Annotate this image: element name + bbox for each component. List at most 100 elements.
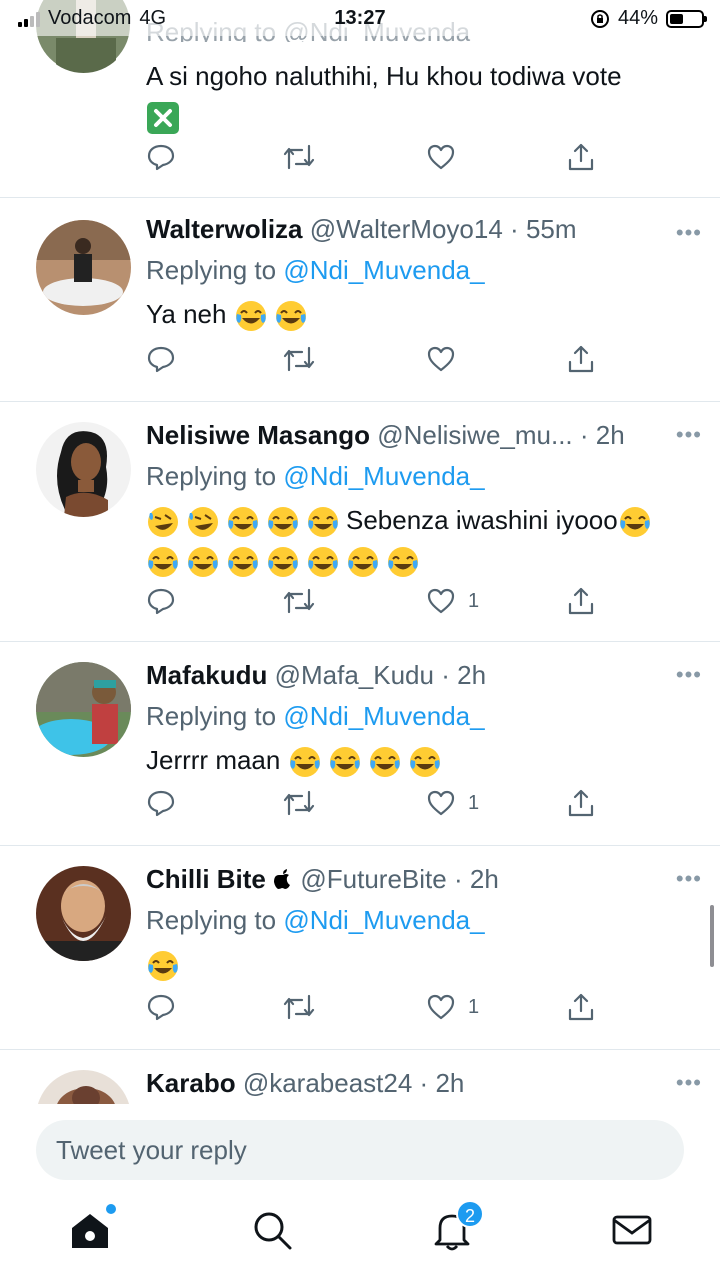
more-options-icon[interactable]: •••	[676, 220, 702, 246]
share-icon	[568, 587, 594, 615]
replying-to: Replying to @Ndi_Muvenda_	[146, 701, 485, 731]
tab-search[interactable]	[250, 1208, 294, 1252]
reply-button[interactable]	[146, 344, 176, 374]
more-options-icon[interactable]: •••	[676, 662, 702, 688]
tab-messages[interactable]	[610, 1208, 654, 1252]
share-button[interactable]	[566, 142, 596, 172]
mention-link[interactable]: @Ndi_Muvenda_	[283, 255, 484, 285]
timestamp[interactable]: 2h	[457, 660, 486, 690]
share-button[interactable]	[566, 788, 596, 818]
search-icon	[254, 1212, 292, 1250]
reply-button[interactable]	[146, 586, 176, 616]
like-button[interactable]	[426, 344, 468, 374]
like-button[interactable]: 1	[426, 992, 479, 1022]
separator: ·	[453, 864, 463, 894]
reply-feed[interactable]: Replying to @Ndi_Muvenda_ A si ngoho nal…	[0, 0, 720, 1104]
retweet-button[interactable]	[282, 992, 316, 1022]
share-button[interactable]	[566, 344, 596, 374]
tears-of-joy-emoji	[368, 745, 402, 779]
tears-of-joy-emoji	[328, 745, 362, 779]
avatar[interactable]	[36, 866, 131, 961]
avatar[interactable]	[36, 422, 131, 517]
tweet-text: Jerrrr maan	[146, 740, 696, 780]
retweet-icon	[283, 346, 315, 372]
tears-of-joy-emoji	[306, 545, 340, 579]
reply-icon	[147, 994, 175, 1021]
tweet-item[interactable]: Karabo @karabeast24 · 2h •••	[0, 1050, 720, 1104]
replying-to: Replying to @Ndi_Muvenda_	[146, 461, 485, 491]
tweet-item[interactable]: Nelisiwe Masango @Nelisiwe_mu... · 2h Re…	[0, 402, 720, 642]
tears-of-joy-emoji	[274, 299, 308, 333]
more-options-icon[interactable]: •••	[676, 866, 702, 892]
envelope-icon	[612, 1215, 652, 1245]
tears-of-joy-emoji	[346, 545, 380, 579]
like-button[interactable]: 1	[426, 586, 479, 616]
tears-of-joy-emoji	[146, 545, 180, 579]
tears-of-joy-emoji	[408, 745, 442, 779]
like-count: 1	[468, 791, 480, 814]
tweet-item[interactable]: Mafakudu @Mafa_Kudu · 2h Replying to @Nd…	[0, 642, 720, 846]
more-options-icon[interactable]: •••	[676, 1070, 702, 1096]
avatar[interactable]	[36, 662, 131, 757]
tweet-item[interactable]: Walterwoliza @WalterMoyo14 · 55m Replyin…	[0, 198, 720, 402]
mention-link[interactable]: @Ndi_Muvenda_	[283, 905, 484, 935]
like-button[interactable]	[426, 142, 456, 172]
notifications-badge: 2	[456, 1200, 484, 1228]
retweet-button[interactable]	[282, 344, 316, 374]
author-name[interactable]: Walterwoliza	[146, 214, 303, 244]
retweet-button[interactable]	[282, 586, 316, 616]
tab-home[interactable]	[68, 1204, 116, 1252]
tab-notifications[interactable]: 2	[430, 1200, 484, 1252]
reply-composer	[0, 1104, 720, 1194]
retweet-button[interactable]	[282, 788, 316, 818]
author-name[interactable]: Chilli Bite	[146, 864, 266, 894]
heart-icon	[427, 144, 455, 170]
retweet-icon	[283, 588, 315, 614]
heart-icon	[427, 790, 455, 816]
share-icon	[568, 143, 594, 171]
author-handle[interactable]: @FutureBite	[300, 864, 446, 894]
reply-button[interactable]	[146, 788, 176, 818]
cross-mark-emoji	[146, 101, 180, 135]
tweet-text: Ya neh	[146, 294, 696, 334]
heart-icon	[427, 346, 455, 372]
separator: ·	[579, 420, 589, 450]
separator: ·	[419, 1068, 429, 1098]
timestamp[interactable]: 2h	[435, 1068, 464, 1098]
reply-icon	[147, 346, 175, 373]
tweet-item[interactable]: Chilli Bite @FutureBite · 2h Replying to…	[0, 846, 720, 1050]
tears-of-joy-emoji	[226, 545, 260, 579]
reply-icon	[147, 588, 175, 615]
timestamp[interactable]: 55m	[526, 214, 577, 244]
timestamp[interactable]: 2h	[470, 864, 499, 894]
author-handle[interactable]: @WalterMoyo14	[310, 214, 503, 244]
reply-input[interactable]	[36, 1120, 684, 1180]
mention-link[interactable]: @Ndi_Muvenda_	[283, 461, 484, 491]
reply-button[interactable]	[146, 992, 176, 1022]
tears-of-joy-emoji	[618, 505, 652, 539]
more-options-icon[interactable]: •••	[676, 422, 702, 448]
share-icon	[568, 345, 594, 373]
avatar[interactable]	[36, 220, 131, 315]
author-handle[interactable]: @Mafa_Kudu	[275, 660, 434, 690]
tears-of-joy-emoji	[226, 505, 260, 539]
share-button[interactable]	[566, 992, 596, 1022]
share-button[interactable]	[566, 586, 596, 616]
reply-icon	[147, 144, 175, 171]
author-name[interactable]: Karabo	[146, 1068, 236, 1098]
timestamp[interactable]: 2h	[596, 420, 625, 450]
author-name[interactable]: Nelisiwe Masango	[146, 420, 370, 450]
like-count: 1	[468, 589, 480, 612]
author-handle[interactable]: @Nelisiwe_mu...	[377, 420, 572, 450]
reply-button[interactable]	[146, 142, 176, 172]
mention-link[interactable]: @Ndi_Muvenda_	[283, 701, 484, 731]
scrollbar[interactable]	[710, 905, 714, 967]
retweet-icon	[283, 790, 315, 816]
like-count: 1	[468, 995, 480, 1018]
replying-to: Replying to @Ndi_Muvenda_	[146, 255, 485, 285]
like-button[interactable]: 1	[426, 788, 479, 818]
retweet-button[interactable]	[282, 142, 316, 172]
avatar[interactable]	[36, 1070, 131, 1104]
author-name[interactable]: Mafakudu	[146, 660, 267, 690]
author-handle[interactable]: @karabeast24	[243, 1068, 413, 1098]
